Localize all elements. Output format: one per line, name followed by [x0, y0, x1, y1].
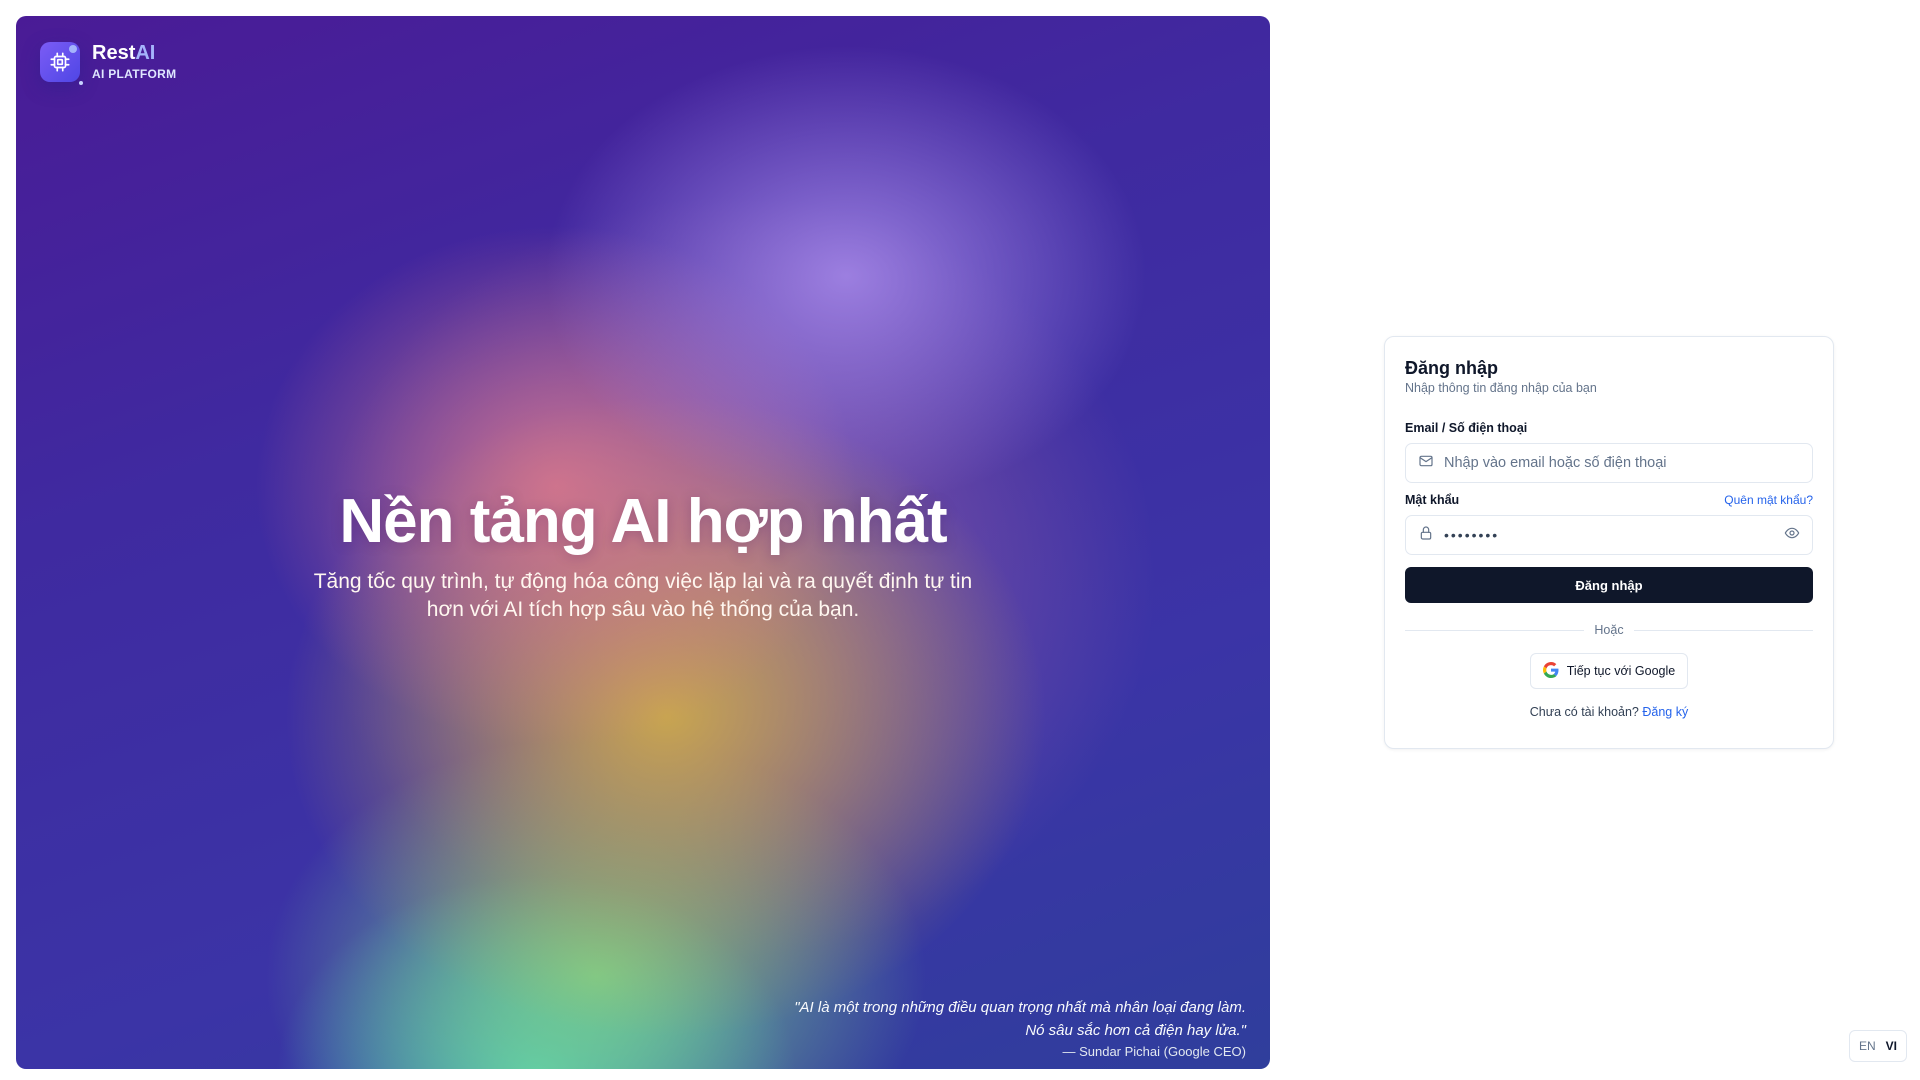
hero-description: Tăng tốc quy trình, tự động hóa công việ… — [303, 568, 983, 624]
logo-dot — [69, 45, 77, 53]
password-field[interactable]: •••••••• — [1405, 515, 1813, 555]
language-switch: EN VI — [1849, 1030, 1907, 1062]
brand-name: RestAI — [92, 42, 176, 64]
hero-panel: RestAI AI PLATFORM Nền tảng AI hợp nhất … — [16, 16, 1270, 1069]
signup-prompt: Chưa có tài khoản? Đăng ký — [1405, 705, 1813, 719]
divider-line-right — [1633, 629, 1813, 631]
hero-title: Nền tảng AI hợp nhất — [339, 487, 947, 556]
quote: "AI là một trong những điều quan trọng n… — [794, 996, 1246, 1059]
login-button[interactable]: Đăng nhập — [1405, 567, 1813, 603]
language-option-en[interactable]: EN — [1859, 1039, 1876, 1053]
no-account-text: Chưa có tài khoản? — [1529, 705, 1639, 719]
signup-link[interactable]: Đăng ký — [1642, 705, 1688, 719]
quote-line-1: "AI là một trong những điều quan trọng n… — [794, 999, 1246, 1016]
divider-line-left — [1405, 629, 1585, 631]
email-placeholder[interactable]: Nhập vào email hoặc số điện thoại — [1444, 455, 1800, 471]
hero-description-line-1: Tăng tốc quy trình, tự động hóa công việ… — [313, 570, 973, 593]
quote-author: — Sundar Pichai (Google CEO) — [1062, 1044, 1246, 1059]
google-icon — [1542, 661, 1559, 681]
divider-text: Hoặc — [1594, 623, 1624, 637]
language-option-vi[interactable]: VI — [1886, 1039, 1897, 1053]
password-value[interactable]: •••••••• — [1444, 527, 1774, 543]
forgot-password-link[interactable]: Quên mật khẩu? — [1724, 493, 1813, 507]
chip-icon — [40, 42, 83, 85]
mail-icon — [1418, 453, 1434, 474]
divider: Hoặc — [1405, 623, 1813, 637]
brand-name-accent: AI — [135, 42, 156, 65]
login-title: Đăng nhập — [1405, 358, 1498, 378]
google-login-label: Tiếp tục với Google — [1566, 664, 1676, 678]
login-subtitle: Nhập thông tin đăng nhập của bạn — [1405, 381, 1597, 395]
lock-icon — [1418, 525, 1434, 546]
quote-line-2: Nó sâu sắc hơn cả điện hay lửa." — [1025, 1022, 1246, 1039]
logo-dot-small — [79, 81, 83, 85]
brand-name-main: Rest — [92, 42, 136, 65]
email-field[interactable]: Nhập vào email hoặc số điện thoại — [1405, 443, 1813, 483]
brand[interactable]: RestAI AI PLATFORM — [40, 42, 177, 85]
eye-icon[interactable] — [1784, 525, 1800, 546]
password-label: Mật khẩu — [1405, 493, 1460, 507]
login-card: Đăng nhập Nhập thông tin đăng nhập của b… — [1384, 336, 1834, 749]
google-login-button[interactable]: Tiếp tục với Google — [1529, 653, 1689, 689]
hero-description-line-2: hơn với AI tích hợp sâu vào hệ thống của… — [426, 598, 860, 621]
email-label: Email / Số điện thoại — [1405, 421, 1528, 435]
brand-subtitle: AI PLATFORM — [92, 67, 177, 82]
